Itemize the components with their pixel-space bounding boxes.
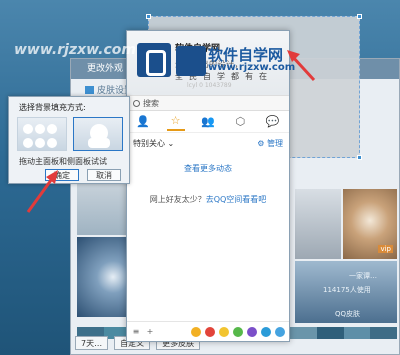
- person-icon: 👤: [136, 115, 151, 128]
- skin-thumbnail[interactable]: 一家谭… 114175人使用 QQ皮肤: [295, 261, 397, 323]
- chevron-down-icon: ⌄: [167, 138, 175, 148]
- panel-footer: ≡ +: [127, 321, 289, 341]
- resize-handle[interactable]: [357, 14, 362, 19]
- shirt-icon: [85, 86, 94, 94]
- qzone-link[interactable]: 去QQ空间看看吧: [206, 195, 267, 204]
- tab-apps[interactable]: ⬡: [231, 113, 249, 131]
- stretch-preview-icon: [88, 124, 110, 148]
- app-icon[interactable]: [233, 326, 243, 337]
- empty-message-text: 网上好友太少？: [149, 195, 206, 204]
- skin-thumbnail[interactable]: [295, 189, 341, 259]
- watermark-brand-url: www.rjzxw.com: [208, 62, 296, 73]
- app-icon[interactable]: [247, 326, 257, 337]
- chat-icon: 💬: [265, 115, 280, 128]
- special-care-section: 特别关心 ⌄ ⚙ 管理: [127, 133, 289, 153]
- tab-favorites[interactable]: ☆: [166, 113, 185, 131]
- fill-option-stretch[interactable]: [73, 117, 123, 151]
- more-feeds-link[interactable]: 查看更多动态: [127, 163, 289, 174]
- app-icon[interactable]: [219, 326, 229, 337]
- tab-groups[interactable]: 👥: [199, 113, 217, 131]
- tile-label: vip: [378, 245, 393, 253]
- avatar[interactable]: [137, 43, 171, 77]
- star-icon: ☆: [170, 114, 181, 127]
- menu-icon[interactable]: ≡: [131, 327, 141, 337]
- skin-footer-button[interactable]: 7天…: [75, 336, 109, 350]
- watermark-logo: [176, 46, 206, 76]
- section-title-text: 特别关心: [133, 138, 165, 148]
- tile-label: 一家谭…: [349, 272, 377, 280]
- tiled-preview-icon: [23, 124, 57, 148]
- fill-option-tile[interactable]: [17, 117, 67, 151]
- manage-link[interactable]: ⚙ 管理: [257, 138, 283, 149]
- app-icon[interactable]: [205, 326, 215, 337]
- tile-label: QQ皮肤: [335, 310, 361, 318]
- app-icon[interactable]: [191, 326, 201, 337]
- tile-label: 114175人使用: [323, 286, 371, 294]
- red-arrow-annotation: [287, 50, 316, 82]
- qq-main-panel: 软件自学网 淡入浅出的设计， 全民自学都有在 lcyl 0 1043789 搜索…: [126, 30, 290, 342]
- tab-contacts[interactable]: 👤: [134, 113, 152, 131]
- red-arrow-annotation: [26, 170, 58, 213]
- group-icon: 👥: [201, 115, 215, 128]
- gear-icon: ⚙: [257, 138, 265, 148]
- cancel-button[interactable]: 取消: [87, 169, 121, 181]
- manage-label: 管理: [267, 138, 283, 148]
- add-icon[interactable]: +: [145, 327, 155, 337]
- skin-thumbnail[interactable]: vip: [343, 189, 397, 259]
- status-text: lcyl 0 1043789: [187, 82, 232, 89]
- search-placeholder: 搜索: [143, 99, 159, 108]
- search-input[interactable]: 搜索: [127, 95, 289, 111]
- empty-friends-message: 网上好友太少？去QQ空间看看吧: [127, 194, 289, 205]
- resize-handle[interactable]: [146, 14, 151, 19]
- cube-icon: ⬡: [235, 115, 246, 128]
- search-icon: [133, 100, 140, 107]
- dialog-title: 选择背景填充方式:: [19, 103, 86, 112]
- app-icon[interactable]: [275, 326, 285, 337]
- tab-messages[interactable]: 💬: [264, 113, 282, 131]
- watermark-left-url: www.rjzxw.com: [14, 42, 136, 58]
- resize-handle[interactable]: [357, 155, 362, 160]
- app-icon[interactable]: [261, 326, 271, 337]
- dialog-hint: 拖动主面板和侧面板试试: [19, 157, 107, 166]
- section-title[interactable]: 特别关心 ⌄: [133, 138, 174, 149]
- main-tabs: 👤 ☆ 👥 ⬡ 💬: [127, 111, 289, 133]
